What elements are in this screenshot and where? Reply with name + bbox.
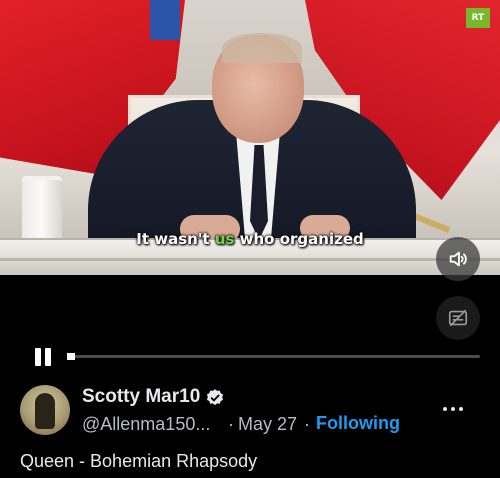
pause-button[interactable] bbox=[32, 346, 54, 368]
subtitle-text-after: who organized bbox=[234, 230, 364, 248]
pause-icon-bar-left bbox=[35, 348, 41, 366]
table-edge bbox=[0, 258, 500, 261]
volume-button[interactable] bbox=[436, 237, 480, 281]
channel-logo: RT bbox=[466, 8, 490, 28]
post-text: Queen - Bohemian Rhapsody bbox=[20, 451, 258, 471]
captions-button[interactable] bbox=[436, 296, 480, 340]
speaker-hair bbox=[222, 33, 302, 63]
progress-bar[interactable] bbox=[67, 355, 480, 358]
author-handle[interactable]: @Allenma150... bbox=[82, 414, 210, 435]
subtitle-text-before: It wasn't bbox=[136, 230, 215, 248]
separator-dot: · bbox=[304, 414, 310, 434]
pause-icon-bar-right bbox=[45, 348, 51, 366]
avatar[interactable] bbox=[20, 385, 70, 435]
progress-knob[interactable] bbox=[67, 353, 75, 360]
author-name[interactable]: Scotty Mar10 bbox=[82, 386, 200, 408]
captions-off-icon bbox=[448, 309, 468, 327]
post-date[interactable]: May 27 bbox=[238, 414, 297, 435]
subtitle-highlight: us bbox=[214, 230, 235, 248]
flag-left-blue-stripe bbox=[150, 0, 180, 40]
avatar-figure bbox=[35, 393, 55, 429]
speaker-icon bbox=[449, 251, 467, 267]
more-options-icon[interactable] bbox=[442, 404, 464, 414]
separator-dot: · bbox=[228, 414, 234, 434]
video-player[interactable]: RT It wasn't us who organized bbox=[0, 0, 500, 275]
video-subtitle: It wasn't us who organized bbox=[0, 230, 500, 248]
verified-badge-icon bbox=[207, 389, 223, 406]
following-button[interactable]: Following bbox=[316, 413, 400, 434]
